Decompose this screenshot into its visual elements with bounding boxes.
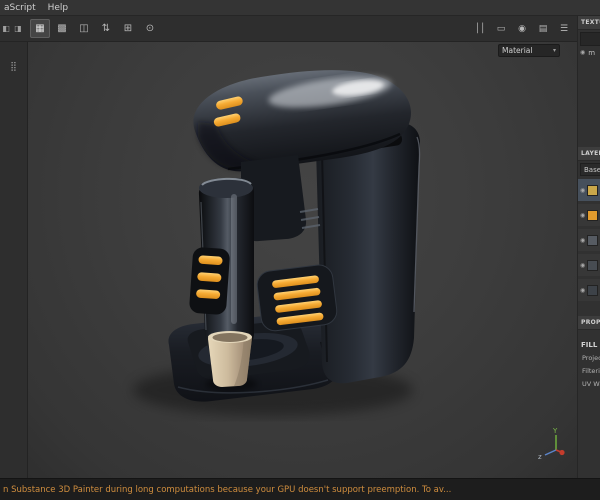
texture-set-material-row[interactable]: ◉ m — [578, 46, 600, 59]
eye-icon[interactable]: ◉ — [580, 262, 585, 269]
toolbar-right-group: ││ ▭ ◉ ▤ ☰ — [472, 16, 572, 42]
axis-z-label: z — [538, 453, 542, 460]
axis-gizmo[interactable]: Y z — [534, 426, 570, 460]
tools-grid-icon[interactable]: ⣿ — [10, 62, 17, 72]
falloff-icon[interactable]: ⊙ — [140, 19, 160, 38]
texel-density-icon[interactable]: ▩ — [52, 19, 72, 38]
layer-thumbnail[interactable] — [587, 284, 599, 296]
camera-icon[interactable]: ◉ — [514, 20, 530, 39]
axis-y-label: Y — [552, 427, 558, 435]
side-button-panel — [256, 264, 338, 332]
pause-icon[interactable]: ││ — [472, 20, 488, 39]
eye-icon[interactable]: ◉ — [580, 212, 585, 219]
property-uv-wrap[interactable]: UV Wrap — [578, 377, 600, 390]
viewport-toolbar-group: ▦ ▩ ◫ ⇅ ⊞ ⊙ — [30, 19, 160, 38]
fill-section-title[interactable]: FILL — [578, 338, 600, 351]
status-bar: n Substance 3D Painter during long compu… — [0, 478, 600, 500]
eye-icon[interactable]: ◉ — [580, 287, 585, 294]
machine-tower — [315, 122, 421, 384]
left-dock: ⣿ — [0, 42, 28, 478]
display-mode-label: Material — [502, 46, 533, 55]
dock-right-icon[interactable]: ◨ — [12, 21, 24, 37]
viewport-3d[interactable]: Material ▾ Y z — [28, 42, 578, 478]
eye-icon[interactable]: ◉ — [580, 187, 585, 194]
material-name: m — [588, 48, 596, 57]
layers-header[interactable]: LAYERS — [578, 147, 600, 161]
display-settings-icon[interactable]: ▤ — [535, 20, 551, 39]
solo-view-icon[interactable]: ▭ — [493, 20, 509, 39]
shader-settings-icon[interactable]: ☰ — [556, 20, 572, 39]
layer-row[interactable]: ◉ — [578, 254, 600, 276]
properties-header[interactable]: PROPERTIES — [578, 316, 600, 330]
display-mode-dropdown[interactable]: Material ▾ — [498, 44, 560, 57]
dispenser-buttons — [189, 247, 230, 315]
texture-set-select[interactable] — [580, 32, 600, 46]
channel-label: Base — [584, 165, 600, 174]
chevron-down-icon: ▾ — [552, 47, 556, 54]
channel-dropdown[interactable]: Base ▾ — [580, 163, 600, 176]
property-filtering[interactable]: Filtering — [578, 364, 600, 377]
eye-icon[interactable]: ◉ — [580, 49, 585, 56]
layer-row[interactable]: ◉ — [578, 179, 600, 201]
gpu-warning-message: n Substance 3D Painter during long compu… — [3, 484, 452, 495]
texture-set-header[interactable]: TEXTURE SET — [578, 16, 600, 30]
layer-row[interactable]: ◉ — [578, 204, 600, 226]
grid-icon[interactable]: ▦ — [30, 19, 50, 38]
property-projection[interactable]: Projection — [578, 351, 600, 364]
layer-thumbnail[interactable] — [587, 259, 599, 271]
menu-item-help[interactable]: Help — [48, 3, 69, 13]
snap-icon[interactable]: ⊞ — [118, 19, 138, 38]
menu-bar: aScript Help — [0, 0, 600, 16]
eye-icon[interactable]: ◉ — [580, 237, 585, 244]
symmetry-x-icon[interactable]: ◫ — [74, 19, 94, 38]
coffee-machine-model — [133, 70, 421, 416]
main-toolbar: ◧ ◨ ▦ ▩ ◫ ⇅ ⊞ ⊙ ││ ▭ ◉ ▤ ☰ — [0, 16, 578, 42]
dock-left-icon[interactable]: ◧ — [0, 21, 12, 37]
layer-row[interactable]: ◉ — [578, 229, 600, 251]
right-panel: TEXTURE SET ◉ m LAYERS Base ▾ ◉ ◉ ◉ ◉ — [577, 16, 600, 478]
layer-row[interactable]: ◉ — [578, 279, 600, 301]
layer-thumbnail[interactable] — [587, 234, 599, 246]
menu-item-javascript[interactable]: aScript — [4, 3, 36, 13]
layer-thumbnail[interactable] — [587, 184, 599, 196]
symmetry-y-icon[interactable]: ⇅ — [96, 19, 116, 38]
layer-thumbnail[interactable] — [587, 209, 599, 221]
